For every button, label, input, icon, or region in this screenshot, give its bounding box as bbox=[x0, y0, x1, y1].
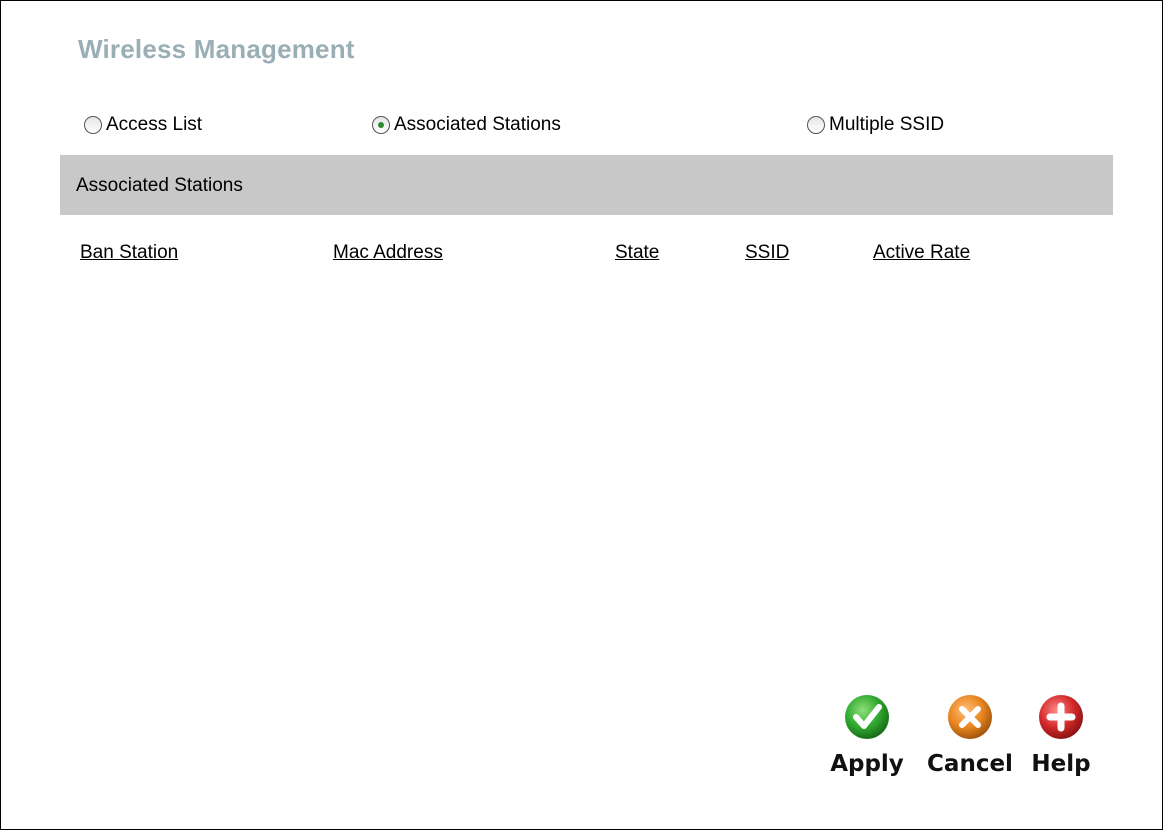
page-title: Wireless Management bbox=[78, 34, 355, 64]
help-button-label: Help bbox=[1031, 751, 1091, 777]
section-header-bar: Associated Stations bbox=[60, 155, 1113, 215]
column-header-ssid[interactable]: SSID bbox=[745, 242, 789, 264]
cancel-button-label: Cancel bbox=[927, 751, 1013, 777]
check-icon bbox=[845, 695, 889, 739]
radio-unchecked-icon[interactable] bbox=[807, 116, 825, 134]
cancel-button[interactable]: Cancel bbox=[925, 693, 1015, 777]
help-button[interactable]: Help bbox=[1016, 693, 1106, 777]
radio-multiple-ssid[interactable]: Multiple SSID bbox=[807, 113, 944, 137]
apply-button[interactable]: Apply bbox=[822, 693, 912, 777]
plus-icon bbox=[1039, 695, 1083, 739]
column-header-mac-address[interactable]: Mac Address bbox=[333, 242, 443, 264]
radio-unchecked-icon[interactable] bbox=[84, 116, 102, 134]
radio-access-list-label: Access List bbox=[106, 114, 203, 135]
apply-button-label: Apply bbox=[830, 751, 904, 777]
column-header-active-rate[interactable]: Active Rate bbox=[873, 242, 970, 264]
section-title: Associated Stations bbox=[76, 175, 243, 196]
radio-access-list[interactable]: Access List bbox=[84, 113, 202, 137]
radio-associated-stations-label: Associated Stations bbox=[394, 114, 561, 135]
x-icon bbox=[948, 695, 992, 739]
radio-multiple-ssid-label: Multiple SSID bbox=[829, 114, 945, 135]
column-header-state[interactable]: State bbox=[615, 242, 659, 264]
radio-checked-icon[interactable] bbox=[372, 116, 390, 134]
radio-associated-stations[interactable]: Associated Stations bbox=[372, 113, 561, 137]
column-header-ban-station[interactable]: Ban Station bbox=[80, 242, 178, 264]
